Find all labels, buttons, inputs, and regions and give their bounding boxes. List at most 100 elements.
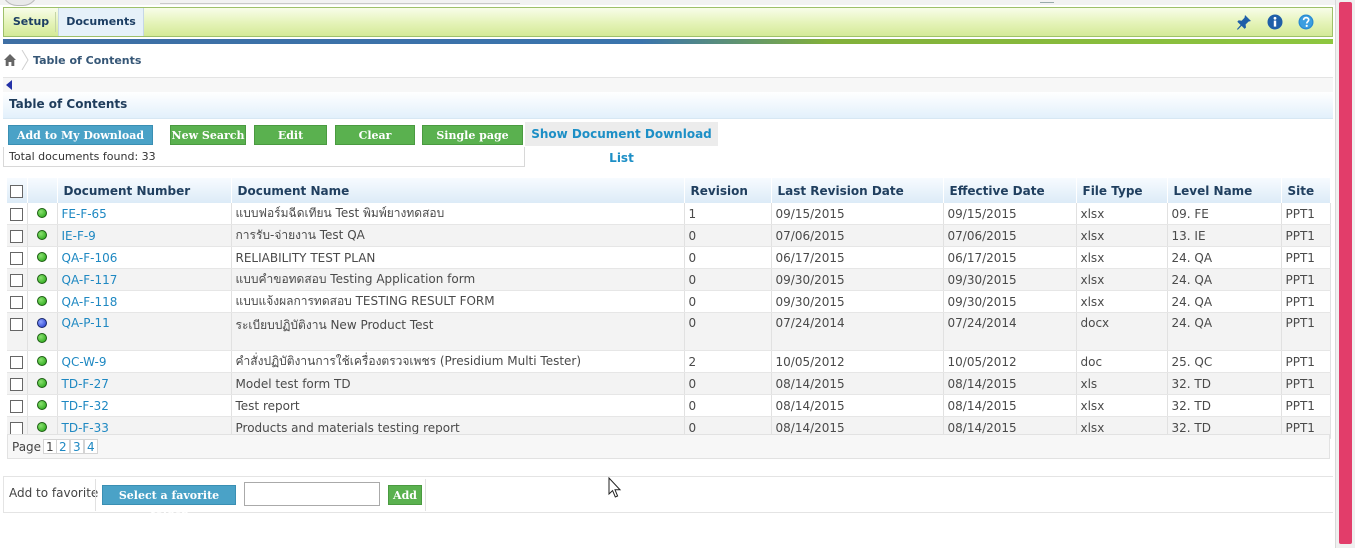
last-revision-date-cell: 10/05/2012 (771, 350, 944, 373)
status-cell (27, 290, 58, 313)
row-checkbox[interactable] (10, 377, 24, 391)
column-header-file-type[interactable]: File Type (1076, 178, 1168, 203)
document-number-link[interactable]: QA-F-117 (57, 268, 232, 291)
row-checkbox[interactable] (10, 251, 24, 265)
revision-cell: 0 (684, 394, 772, 417)
document-name: แบบคำขอทดสอบ Testing Application form (231, 268, 685, 291)
file-type-cell: xlsx (1076, 246, 1168, 269)
level-name-cell: 24. QA (1167, 312, 1282, 351)
main-menu-bar: Setup Documents (3, 7, 1333, 37)
home-icon[interactable] (3, 53, 17, 67)
revision-cell: 0 (684, 224, 772, 247)
menu-setup[interactable]: Setup (10, 8, 52, 36)
document-number-link[interactable]: QA-F-106 (57, 246, 232, 269)
add-favorite-button[interactable]: Add (388, 485, 422, 505)
breadcrumb-current[interactable]: Table of Contents (33, 54, 141, 67)
table-row[interactable]: TD-F-32 Test report 0 08/14/2015 08/14/2015 x… (7, 394, 1331, 417)
status-cell (27, 268, 58, 291)
status-cell (27, 312, 58, 351)
document-number-link[interactable]: TD-F-27 (57, 372, 232, 395)
favorite-folder-input[interactable] (244, 482, 380, 506)
column-header-revision[interactable]: Revision (684, 178, 772, 203)
table-row[interactable]: FE-F-65 แบบฟอร์มฉีดเทียน Test พิมพ์ยางทดส… (7, 203, 1331, 225)
table-row[interactable]: QA-F-117 แบบคำขอทดสอบ Testing Application… (7, 268, 1331, 291)
scrollbar-thumb[interactable] (1339, 2, 1352, 544)
blue-status-dot-icon (37, 318, 47, 328)
last-revision-date-cell: 09/30/2015 (771, 290, 944, 313)
document-number-link[interactable]: QA-F-118 (57, 290, 232, 313)
row-select-cell (7, 372, 28, 395)
table-row[interactable]: QA-F-106 RELIABILITY TEST PLAN 0 06/17/2015… (7, 246, 1331, 269)
page-1-link[interactable]: 1 (43, 439, 57, 454)
status-cell (27, 224, 58, 247)
site-cell: PPT1 (1281, 312, 1331, 351)
select-all-checkbox[interactable] (10, 184, 24, 198)
column-header-document-name[interactable]: Document Name (231, 178, 685, 203)
table-row[interactable]: IE-F-9 การรับ-จ่ายงาน Test QA 0 07/06/2015 0… (7, 224, 1331, 247)
green-status-dot-icon (37, 273, 47, 284)
add-to-favorite-label: Add to favorite (9, 486, 99, 500)
column-header-site[interactable]: Site (1281, 178, 1331, 203)
row-checkbox[interactable] (10, 295, 24, 309)
document-name: คำสั่งปฏิบัติงานการใช้เครื่องตรวจเพชร (P… (231, 350, 685, 373)
file-type-cell: doc (1076, 350, 1168, 373)
help-icon[interactable] (1298, 14, 1314, 30)
document-number-link[interactable]: TD-F-32 (57, 394, 232, 417)
status-cell (27, 372, 58, 395)
site-cell: PPT1 (1281, 224, 1331, 247)
table-header-row: Document Number Document Name Revision L… (7, 178, 1331, 203)
breadcrumb: Table of Contents (0, 50, 1335, 72)
green-status-dot-icon (37, 207, 47, 218)
status-cell (27, 394, 58, 417)
page-4-link[interactable]: 4 (84, 439, 98, 454)
new-search-button[interactable]: New Search (170, 125, 246, 145)
menu-divider (55, 12, 56, 32)
info-icon[interactable] (1267, 14, 1283, 30)
menu-documents[interactable]: Documents (58, 8, 144, 36)
add-to-download-list-button[interactable]: Add to My Download List (8, 125, 153, 162)
green-status-dot-icon (37, 333, 47, 343)
pin-icon[interactable] (1236, 14, 1252, 30)
vertical-scrollbar[interactable] (1335, 0, 1355, 548)
row-checkbox[interactable] (10, 318, 24, 331)
row-checkbox[interactable] (10, 421, 24, 435)
site-cell: PPT1 (1281, 246, 1331, 269)
pagination-label: Page (12, 440, 42, 454)
green-status-dot-icon (37, 355, 47, 366)
table-row[interactable]: QC-W-9 คำสั่งปฏิบัติงานการใช้เครื่องตรวจเ… (7, 350, 1331, 373)
page-3-link[interactable]: 3 (70, 439, 84, 454)
table-row[interactable]: QA-P-11 ระเบียบปฏิบัติงาน New Product Tes… (7, 312, 1331, 351)
column-header-effective-date[interactable]: Effective Date (943, 178, 1077, 203)
single-page-toc-button[interactable]: Single page TOC (422, 125, 523, 162)
page-2-link[interactable]: 2 (56, 439, 70, 454)
site-cell: PPT1 (1281, 394, 1331, 417)
edit-search-button[interactable]: Edit Search (254, 125, 327, 162)
column-header-level-name[interactable]: Level Name (1167, 178, 1282, 203)
favorite-bar: Add to favorite Select a favorite folder… (3, 476, 1333, 521)
collapse-panel-bar[interactable] (3, 77, 1333, 93)
clear-search-button[interactable]: Clear Search (335, 125, 415, 162)
row-checkbox[interactable] (10, 399, 24, 413)
row-checkbox[interactable] (10, 355, 24, 369)
document-name: แบบแจ้งผลการทดสอบ TESTING RESULT FORM (231, 290, 685, 313)
header-color-bar (3, 39, 1333, 44)
row-checkbox[interactable] (10, 273, 24, 287)
row-select-cell (7, 268, 28, 291)
column-header-document-number[interactable]: Document Number (57, 178, 232, 203)
last-revision-date-cell: 07/24/2014 (771, 312, 944, 351)
select-favorite-folder-button[interactable]: Select a favorite folder (102, 485, 236, 521)
document-number-link[interactable]: IE-F-9 (57, 224, 232, 247)
show-download-list-link[interactable]: Show Document Download List (525, 122, 718, 165)
document-number-link[interactable]: QA-P-11 (57, 312, 232, 351)
table-row[interactable]: QA-F-118 แบบแจ้งผลการทดสอบ TESTING RESULT… (7, 290, 1331, 313)
row-checkbox[interactable] (10, 207, 24, 221)
collapse-arrow-icon[interactable] (6, 80, 12, 90)
document-number-link[interactable]: QC-W-9 (57, 350, 232, 373)
column-header-last-revision-date[interactable]: Last Revision Date (771, 178, 944, 203)
document-number-link[interactable]: FE-F-65 (57, 203, 232, 225)
table-row[interactable]: TD-F-27 Model test form TD 0 08/14/2015 08/1… (7, 372, 1331, 395)
row-checkbox[interactable] (10, 229, 24, 243)
green-status-dot-icon (37, 399, 47, 410)
document-name: Test report (231, 394, 685, 417)
green-status-dot-icon (37, 251, 47, 262)
